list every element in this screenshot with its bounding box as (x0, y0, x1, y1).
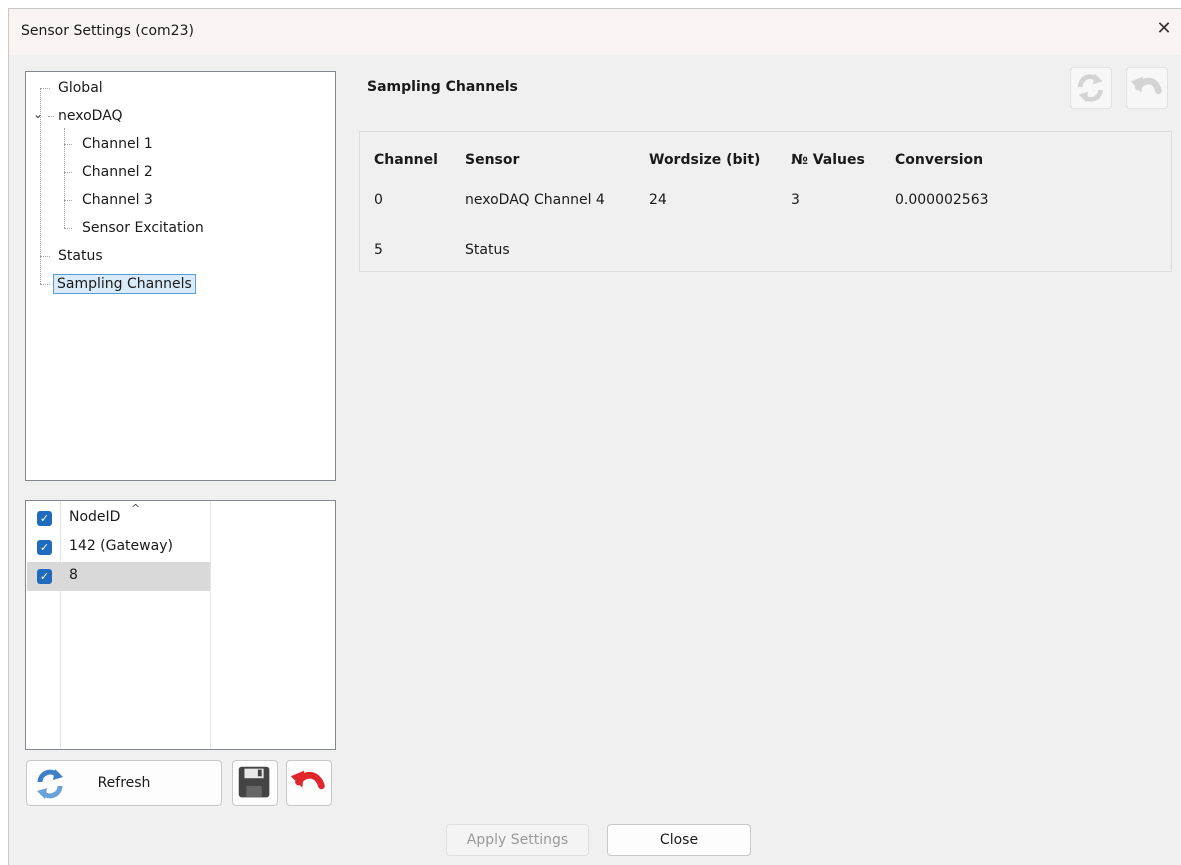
tree-item-status[interactable]: Status (58, 245, 103, 267)
tree-item-label: Sensor Excitation (82, 220, 204, 236)
save-icon (238, 766, 270, 798)
table-cell: 5 (374, 242, 383, 258)
tree-item-label: Channel 3 (82, 192, 153, 208)
table-cell: 3 (791, 192, 800, 208)
tree-connector (64, 172, 72, 173)
tree-connector (40, 256, 50, 257)
tree-item-label: Sampling Channels (53, 274, 196, 294)
column-header: Channel (374, 152, 438, 168)
checkbox-icon[interactable]: ✓ (37, 540, 52, 555)
table-cell: 0.000002563 (895, 192, 989, 208)
title-bar: Sensor Settings (com23) ✕ (9, 9, 1181, 55)
list-item[interactable]: ✓ 8 (27, 562, 210, 591)
refresh-icon (1078, 73, 1103, 103)
reload-button[interactable] (1070, 67, 1112, 109)
column-header: № Values (791, 152, 865, 168)
column-header: Sensor (465, 152, 520, 168)
refresh-label: Refresh (97, 775, 151, 791)
node-column-header: NodeID (69, 509, 121, 525)
close-button[interactable]: Close (607, 824, 751, 856)
tree-item-global[interactable]: Global (58, 77, 103, 99)
sort-up-icon: ^ (131, 502, 141, 515)
undo-button[interactable] (286, 760, 332, 806)
table-cell: Status (465, 242, 510, 258)
tree-connector (48, 116, 54, 117)
window-title: Sensor Settings (com23) (21, 23, 194, 39)
chevron-down-icon[interactable]: ⌄ (33, 107, 43, 121)
page-title: Sampling Channels (367, 79, 518, 95)
sensor-settings-window: Sensor Settings (com23) ✕ ⌄ Global nexoD… (8, 8, 1181, 865)
tree-connector (40, 88, 50, 89)
tree-item-label: nexoDAQ (58, 108, 123, 124)
tree-item-sampling-channels[interactable]: Sampling Channels (53, 273, 196, 295)
tree-item-nexodaq[interactable]: nexoDAQ (58, 105, 123, 127)
tree-item-channel-1[interactable]: Channel 1 (82, 133, 153, 155)
column-header: Wordsize (bit) (649, 152, 761, 168)
tree-item-label: Channel 1 (82, 136, 153, 152)
table-cell: 24 (649, 192, 667, 208)
apply-settings-button[interactable]: Apply Settings (446, 824, 589, 856)
undo-icon (290, 770, 325, 790)
list-item[interactable]: ✓ 142 (Gateway) (27, 533, 210, 562)
checkbox-icon[interactable]: ✓ (37, 511, 52, 526)
node-list: ✓ NodeID ^ ✓ 142 (Gateway) ✓ 8 (25, 500, 336, 750)
tree-connector (64, 144, 72, 145)
close-icon[interactable]: ✕ (1153, 19, 1175, 41)
tree-connector (64, 228, 72, 229)
tree-item-label: Global (58, 80, 103, 96)
undo-button-disabled[interactable] (1126, 67, 1168, 109)
node-list-header[interactable]: ✓ NodeID ^ (27, 502, 210, 533)
tree-item-label: Channel 2 (82, 164, 153, 180)
settings-tree: ⌄ Global nexoDAQ Channel 1 Channel 2 Cha… (25, 71, 336, 481)
tree-item-label: Status (58, 248, 103, 264)
column-divider (210, 501, 211, 749)
refresh-button[interactable]: Refresh (26, 760, 222, 806)
tree-item-channel-2[interactable]: Channel 2 (82, 161, 153, 183)
undo-icon (1130, 76, 1162, 95)
tree-connector (64, 200, 72, 201)
column-header: Conversion (895, 152, 984, 168)
node-label: 142 (Gateway) (69, 538, 173, 554)
save-button[interactable] (232, 760, 278, 806)
node-label: 8 (69, 567, 78, 583)
tree-item-sensor-excitation[interactable]: Sensor Excitation (82, 217, 204, 239)
tree-connector (40, 284, 50, 285)
tree-item-channel-3[interactable]: Channel 3 (82, 189, 153, 211)
sampling-channels-table: Channel Sensor Wordsize (bit) № Values C… (359, 131, 1172, 272)
table-cell: 0 (374, 192, 383, 208)
checkbox-icon[interactable]: ✓ (37, 569, 52, 584)
tree-connector (64, 128, 65, 228)
table-cell: nexoDAQ Channel 4 (465, 192, 605, 208)
